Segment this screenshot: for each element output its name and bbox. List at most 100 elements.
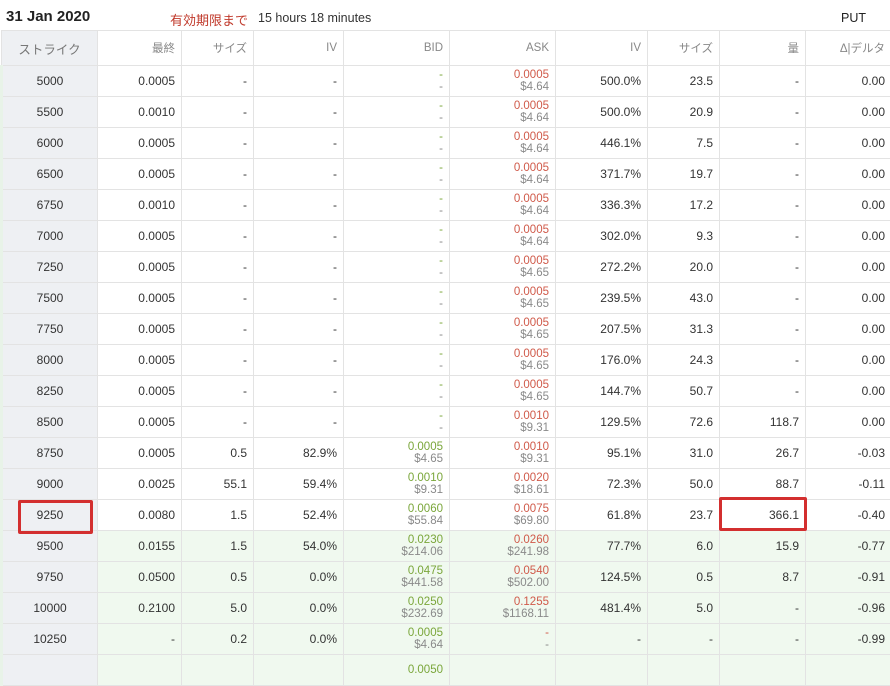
- ask-iv-cell[interactable]: 207.5%: [556, 314, 648, 345]
- bid-iv-cell[interactable]: -: [254, 345, 344, 376]
- ask-iv-cell[interactable]: 500.0%: [556, 97, 648, 128]
- bid-size-cell[interactable]: -: [182, 66, 254, 97]
- last-cell[interactable]: 0.0005: [98, 345, 182, 376]
- strike-cell[interactable]: 7000: [2, 221, 98, 252]
- volume-cell[interactable]: -: [720, 314, 806, 345]
- last-cell[interactable]: 0.0005: [98, 314, 182, 345]
- ask-size-cell[interactable]: 50.7: [648, 376, 720, 407]
- bid-iv-cell[interactable]: 59.4%: [254, 469, 344, 500]
- strike-cell[interactable]: 7250: [2, 252, 98, 283]
- delta-cell[interactable]: -0.03: [806, 438, 890, 469]
- ask-size-cell[interactable]: 50.0: [648, 469, 720, 500]
- strike-cell[interactable]: 7500: [2, 283, 98, 314]
- last-cell[interactable]: 0.0005: [98, 252, 182, 283]
- ask-cell[interactable]: 0.0540$502.00: [450, 562, 556, 593]
- ask-iv-cell[interactable]: 72.3%: [556, 469, 648, 500]
- delta-cell[interactable]: -0.77: [806, 531, 890, 562]
- strike-cell[interactable]: 8000: [2, 345, 98, 376]
- bid-cell[interactable]: --: [344, 97, 450, 128]
- delta-cell[interactable]: 0.00: [806, 221, 890, 252]
- ask-iv-cell[interactable]: 302.0%: [556, 221, 648, 252]
- ask-cell[interactable]: 0.0005$4.64: [450, 97, 556, 128]
- volume-cell[interactable]: 15.9: [720, 531, 806, 562]
- last-cell[interactable]: 0.0005: [98, 128, 182, 159]
- bid-size-cell[interactable]: -: [182, 376, 254, 407]
- bid-size-cell[interactable]: -: [182, 97, 254, 128]
- bid-cell[interactable]: 0.0010$9.31: [344, 469, 450, 500]
- ask-cell[interactable]: 0.0005$4.65: [450, 283, 556, 314]
- bid-iv-cell[interactable]: -: [254, 66, 344, 97]
- bid-cell[interactable]: --: [344, 66, 450, 97]
- ask-size-cell[interactable]: 72.6: [648, 407, 720, 438]
- delta-cell[interactable]: -0.91: [806, 562, 890, 593]
- col-header-bid[interactable]: BID: [344, 31, 450, 66]
- ask-cell[interactable]: 0.0005$4.64: [450, 221, 556, 252]
- bid-cell[interactable]: --: [344, 376, 450, 407]
- volume-cell[interactable]: 118.7: [720, 407, 806, 438]
- ask-cell[interactable]: 0.0260$241.98: [450, 531, 556, 562]
- ask-size-cell[interactable]: 7.5: [648, 128, 720, 159]
- table-row[interactable]: 67500.0010----0.0005$4.64336.3%17.2-0.00: [2, 190, 890, 221]
- bid-iv-cell[interactable]: -: [254, 314, 344, 345]
- ask-iv-cell[interactable]: 446.1%: [556, 128, 648, 159]
- ask-cell[interactable]: 0.0005$4.64: [450, 66, 556, 97]
- delta-cell[interactable]: 0.00: [806, 159, 890, 190]
- table-row[interactable]: 70000.0005----0.0005$4.64302.0%9.3-0.00: [2, 221, 890, 252]
- col-header-strike[interactable]: ストライク: [2, 31, 98, 66]
- volume-cell[interactable]: -: [720, 97, 806, 128]
- bid-cell[interactable]: 0.0230$214.06: [344, 531, 450, 562]
- volume-cell[interactable]: 366.1: [720, 500, 806, 531]
- bid-size-cell[interactable]: -: [182, 221, 254, 252]
- strike-cell[interactable]: [2, 655, 98, 686]
- strike-cell[interactable]: 10250: [2, 624, 98, 655]
- col-header-size[interactable]: サイズ: [182, 31, 254, 66]
- last-cell[interactable]: 0.0005: [98, 283, 182, 314]
- table-row[interactable]: 10250-0.20.0%0.0005$4.64------0.99: [2, 624, 890, 655]
- bid-iv-cell[interactable]: 0.0%: [254, 593, 344, 624]
- bid-iv-cell[interactable]: 0.0%: [254, 624, 344, 655]
- ask-size-cell[interactable]: 19.7: [648, 159, 720, 190]
- bid-iv-cell[interactable]: -: [254, 407, 344, 438]
- col-header-last[interactable]: 最終: [98, 31, 182, 66]
- delta-cell[interactable]: -0.40: [806, 500, 890, 531]
- volume-cell[interactable]: -: [720, 221, 806, 252]
- volume-cell[interactable]: -: [720, 376, 806, 407]
- bid-size-cell[interactable]: 55.1: [182, 469, 254, 500]
- volume-cell[interactable]: -: [720, 128, 806, 159]
- bid-size-cell[interactable]: -: [182, 190, 254, 221]
- volume-cell[interactable]: [720, 655, 806, 686]
- last-cell[interactable]: -: [98, 624, 182, 655]
- strike-cell[interactable]: 8750: [2, 438, 98, 469]
- bid-size-cell[interactable]: 1.5: [182, 500, 254, 531]
- delta-cell[interactable]: -0.11: [806, 469, 890, 500]
- bid-iv-cell[interactable]: -: [254, 128, 344, 159]
- delta-cell[interactable]: 0.00: [806, 97, 890, 128]
- bid-size-cell[interactable]: -: [182, 252, 254, 283]
- bid-iv-cell[interactable]: 54.0%: [254, 531, 344, 562]
- delta-cell[interactable]: 0.00: [806, 128, 890, 159]
- ask-size-cell[interactable]: 20.0: [648, 252, 720, 283]
- ask-size-cell[interactable]: 20.9: [648, 97, 720, 128]
- last-cell[interactable]: 0.0025: [98, 469, 182, 500]
- table-row[interactable]: 100000.21005.00.0%0.0250$232.690.1255$11…: [2, 593, 890, 624]
- col-header-volume[interactable]: 量: [720, 31, 806, 66]
- bid-iv-cell[interactable]: 52.4%: [254, 500, 344, 531]
- ask-iv-cell[interactable]: 336.3%: [556, 190, 648, 221]
- volume-cell[interactable]: -: [720, 283, 806, 314]
- ask-iv-cell[interactable]: 239.5%: [556, 283, 648, 314]
- bid-iv-cell[interactable]: 82.9%: [254, 438, 344, 469]
- ask-cell[interactable]: 0.0005$4.65: [450, 345, 556, 376]
- table-row[interactable]: 92500.00801.552.4%0.0060$55.840.0075$69.…: [2, 500, 890, 531]
- ask-size-cell[interactable]: 23.7: [648, 500, 720, 531]
- bid-size-cell[interactable]: 0.2: [182, 624, 254, 655]
- ask-iv-cell[interactable]: 500.0%: [556, 66, 648, 97]
- last-cell[interactable]: 0.0005: [98, 407, 182, 438]
- delta-cell[interactable]: 0.00: [806, 283, 890, 314]
- bid-cell[interactable]: --: [344, 221, 450, 252]
- bid-iv-cell[interactable]: -: [254, 190, 344, 221]
- col-header-ask-iv[interactable]: IV: [556, 31, 648, 66]
- volume-cell[interactable]: -: [720, 190, 806, 221]
- col-header-bid-iv[interactable]: IV: [254, 31, 344, 66]
- ask-size-cell[interactable]: 31.3: [648, 314, 720, 345]
- bid-iv-cell[interactable]: -: [254, 283, 344, 314]
